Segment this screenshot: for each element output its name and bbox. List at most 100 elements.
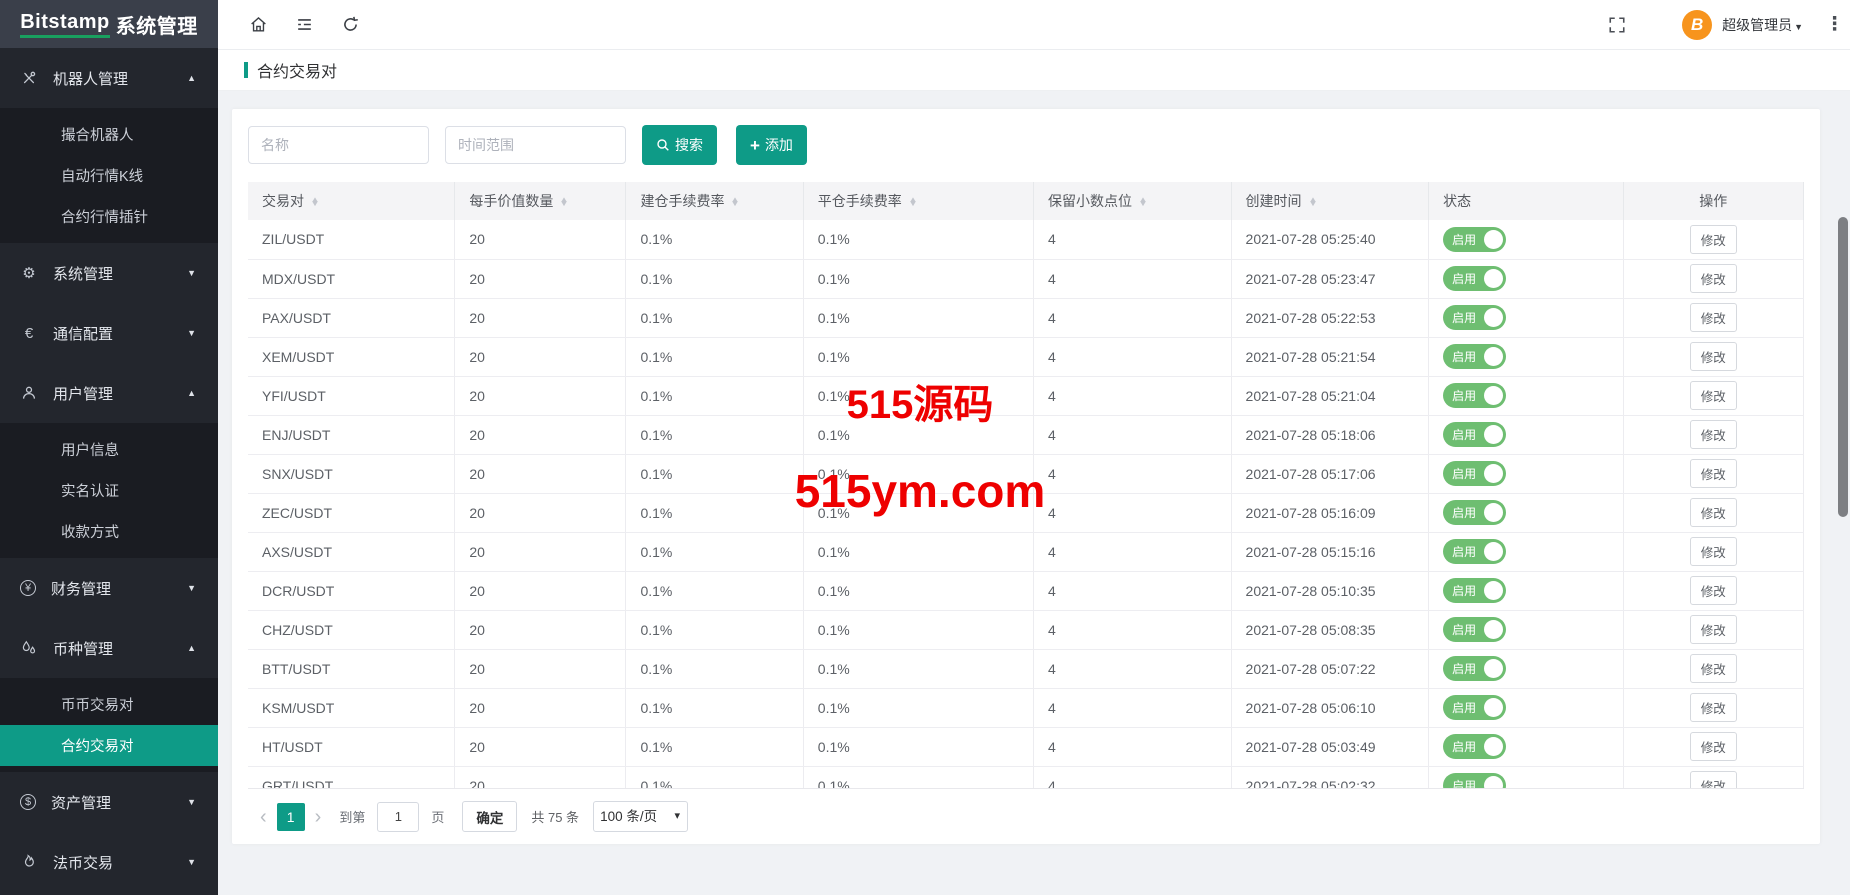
cell-created: 2021-07-28 05:17:06 — [1231, 454, 1429, 493]
sidebar-item-spot-pairs[interactable]: 币币交易对 — [0, 684, 218, 725]
add-button[interactable]: + 添加 — [736, 125, 807, 165]
sidebar-section-system[interactable]: ⚙系统管理▼ — [0, 243, 218, 303]
cell-decimals: 4 — [1033, 532, 1231, 571]
status-toggle[interactable]: 启用 — [1443, 227, 1506, 252]
cell-per_value: 20 — [455, 571, 626, 610]
sort-icon[interactable]: ▲▼ — [909, 198, 917, 207]
goto-page-input[interactable] — [377, 802, 419, 832]
sidebar-item-auto-kline[interactable]: 自动行情K线 — [0, 155, 218, 196]
avatar[interactable]: B — [1682, 10, 1712, 40]
sidebar-section-robots[interactable]: 机器人管理▲ — [0, 48, 218, 108]
table-row: HT/USDT200.1%0.1%42021-07-28 05:03:49启用修… — [248, 727, 1804, 766]
edit-button[interactable]: 修改 — [1690, 771, 1737, 788]
flame-icon — [20, 853, 38, 871]
name-filter-input[interactable] — [248, 126, 429, 164]
cell-open_fee: 0.1% — [626, 532, 803, 571]
sidebar-section-comm[interactable]: €通信配置▼ — [0, 303, 218, 363]
cell-decimals: 4 — [1033, 571, 1231, 610]
status-toggle[interactable]: 启用 — [1443, 617, 1506, 642]
sort-icon[interactable]: ▲▼ — [560, 198, 568, 207]
edit-button[interactable]: 修改 — [1690, 459, 1737, 488]
edit-button[interactable]: 修改 — [1690, 303, 1737, 332]
edit-button[interactable]: 修改 — [1690, 615, 1737, 644]
sidebar-section-users[interactable]: 用户管理▲ — [0, 363, 218, 423]
time-range-input[interactable] — [445, 126, 626, 164]
status-toggle[interactable]: 启用 — [1443, 539, 1506, 564]
status-toggle[interactable]: 启用 — [1443, 500, 1506, 525]
column-header-created[interactable]: 创建时间▲▼ — [1231, 182, 1429, 220]
edit-button[interactable]: 修改 — [1690, 381, 1737, 410]
refresh-icon[interactable] — [340, 15, 360, 35]
more-menu-icon[interactable]: ⋮ — [1825, 13, 1844, 36]
topbar: B 超级管理员▼ ⋮ — [218, 0, 1850, 50]
status-toggle[interactable]: 启用 — [1443, 383, 1506, 408]
status-toggle[interactable]: 启用 — [1443, 344, 1506, 369]
sort-icon[interactable]: ▲▼ — [311, 198, 319, 207]
column-header-per_value[interactable]: 每手价值数量▲▼ — [455, 182, 626, 220]
sort-icon[interactable]: ▲▼ — [731, 198, 739, 207]
status-toggle[interactable]: 启用 — [1443, 266, 1506, 291]
next-page-icon[interactable]: › — [305, 807, 332, 827]
edit-button[interactable]: 修改 — [1690, 225, 1737, 254]
prev-page-icon[interactable]: ‹ — [250, 807, 277, 827]
sidebar-section-label: 财务管理 — [51, 578, 111, 599]
home-icon[interactable] — [248, 15, 268, 35]
collapse-menu-icon[interactable] — [294, 15, 314, 35]
status-toggle[interactable]: 启用 — [1443, 695, 1506, 720]
sort-icon[interactable]: ▲▼ — [1309, 198, 1317, 207]
sidebar-item-match-robot[interactable]: 撮合机器人 — [0, 114, 218, 155]
status-toggle[interactable]: 启用 — [1443, 578, 1506, 603]
status-toggle[interactable]: 启用 — [1443, 656, 1506, 681]
column-header-close_fee[interactable]: 平仓手续费率▲▼ — [803, 182, 1033, 220]
column-header-open_fee[interactable]: 建仓手续费率▲▼ — [626, 182, 803, 220]
sidebar-section-finance[interactable]: ¥财务管理▼ — [0, 558, 218, 618]
edit-button[interactable]: 修改 — [1690, 693, 1737, 722]
logo-brand: Bitstamp — [20, 11, 110, 38]
sidebar-item-contract-pairs[interactable]: 合约交易对 — [0, 725, 218, 766]
edit-button[interactable]: 修改 — [1690, 342, 1737, 371]
table-row: DCR/USDT200.1%0.1%42021-07-28 05:10:35启用… — [248, 571, 1804, 610]
app-logo: Bitstamp 系统管理 — [0, 0, 218, 48]
edit-button[interactable]: 修改 — [1690, 420, 1737, 449]
add-button-label: 添加 — [765, 135, 793, 155]
scrollbar-thumb[interactable] — [1838, 217, 1848, 517]
status-toggle[interactable]: 启用 — [1443, 305, 1506, 330]
status-toggle[interactable]: 启用 — [1443, 422, 1506, 447]
fullscreen-icon[interactable] — [1608, 16, 1626, 34]
sidebar-item-kyc[interactable]: 实名认证 — [0, 470, 218, 511]
cell-created: 2021-07-28 05:02:32 — [1231, 766, 1429, 788]
sidebar-item-user-info[interactable]: 用户信息 — [0, 429, 218, 470]
sidebar-item-payment-method[interactable]: 收款方式 — [0, 511, 218, 552]
admin-dropdown[interactable]: 超级管理员▼ — [1722, 15, 1803, 35]
sidebar-item-contract-pin[interactable]: 合约行情插针 — [0, 196, 218, 237]
confirm-button[interactable]: 确定 — [462, 801, 517, 832]
cell-close_fee: 0.1% — [803, 571, 1033, 610]
edit-button[interactable]: 修改 — [1690, 537, 1737, 566]
column-label: 操作 — [1699, 193, 1727, 209]
status-toggle[interactable]: 启用 — [1443, 734, 1506, 759]
page-size-select[interactable]: 100 条/页 — [593, 801, 688, 832]
edit-button[interactable]: 修改 — [1690, 264, 1737, 293]
column-header-decimals[interactable]: 保留小数点位▲▼ — [1033, 182, 1231, 220]
table-row: MDX/USDT200.1%0.1%42021-07-28 05:23:47启用… — [248, 259, 1804, 298]
cell-action: 修改 — [1623, 610, 1803, 649]
sidebar-section-coins[interactable]: 币种管理▲ — [0, 618, 218, 678]
edit-button[interactable]: 修改 — [1690, 732, 1737, 761]
page-1-button[interactable]: 1 — [277, 803, 305, 831]
cell-per_value: 20 — [455, 532, 626, 571]
edit-button[interactable]: 修改 — [1690, 576, 1737, 605]
column-header-pair[interactable]: 交易对▲▼ — [248, 182, 455, 220]
sidebar-section-fiat[interactable]: 法币交易▼ — [0, 832, 218, 892]
sidebar-section-assets[interactable]: $资产管理▼ — [0, 772, 218, 832]
status-toggle[interactable]: 启用 — [1443, 461, 1506, 486]
cell-pair: CHZ/USDT — [248, 610, 455, 649]
cell-status: 启用 — [1429, 454, 1623, 493]
search-button[interactable]: 搜索 — [642, 125, 717, 165]
sort-icon[interactable]: ▲▼ — [1139, 198, 1147, 207]
cell-status: 启用 — [1429, 298, 1623, 337]
toggle-knob — [1484, 503, 1503, 522]
status-toggle[interactable]: 启用 — [1443, 773, 1506, 788]
status-toggle-label: 启用 — [1452, 543, 1476, 560]
edit-button[interactable]: 修改 — [1690, 654, 1737, 683]
edit-button[interactable]: 修改 — [1690, 498, 1737, 527]
